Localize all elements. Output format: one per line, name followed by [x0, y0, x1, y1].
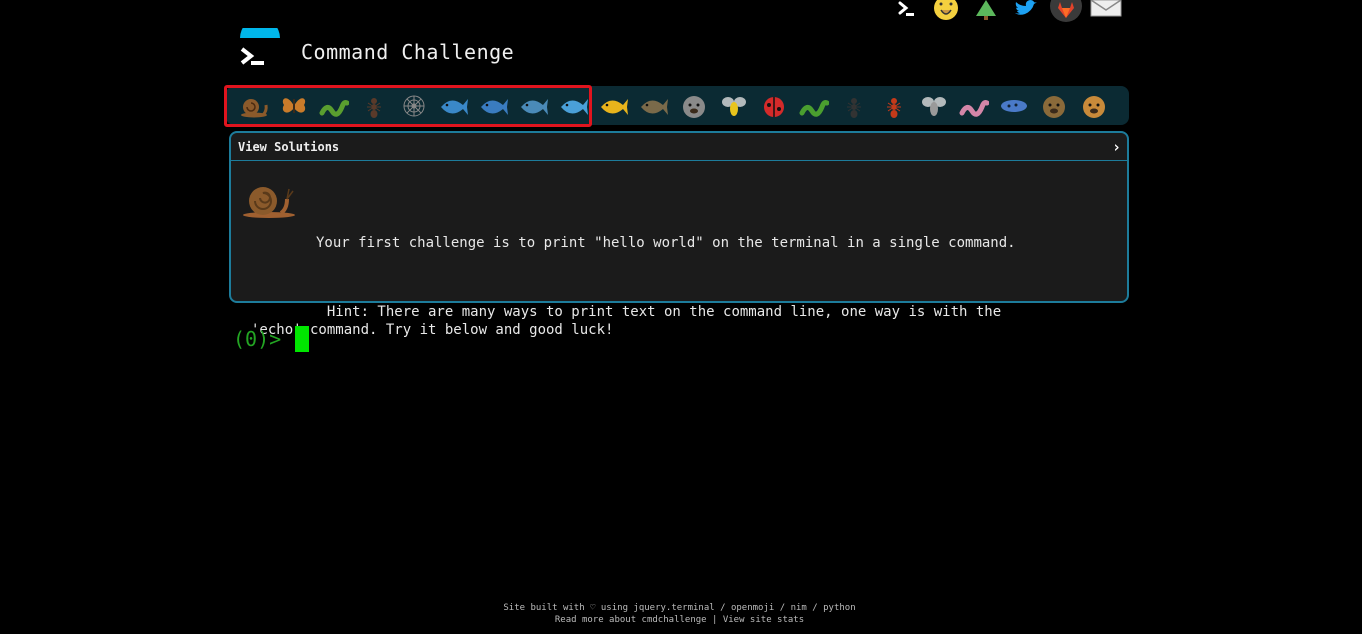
scorpion-icon[interactable] [874, 88, 914, 124]
page-title: Command Challenge [301, 40, 515, 64]
spider-web-icon[interactable] [394, 88, 434, 124]
worm-icon[interactable] [954, 88, 994, 124]
link-python[interactable]: python [823, 603, 856, 613]
cricket-icon[interactable] [794, 88, 834, 124]
bee-icon[interactable] [714, 88, 754, 124]
footer: Site built with ♡ using jquery.terminal … [0, 602, 1359, 626]
footer-built-with: Site built with ♡ using [503, 603, 634, 613]
link-nim[interactable]: nim [791, 603, 807, 613]
dolphin-icon[interactable] [514, 88, 554, 124]
hint-line-1: Hint: There are many ways to print text … [251, 304, 1002, 320]
terminal-icon[interactable] [890, 0, 922, 24]
link-site-stats[interactable]: View site stats [723, 615, 804, 625]
challenge-bar [226, 86, 1129, 125]
snail-icon[interactable] [234, 88, 274, 124]
blowfish-icon[interactable] [634, 88, 674, 124]
twitter-icon[interactable] [1010, 0, 1042, 24]
terminal-cursor[interactable] [295, 326, 310, 352]
view-solutions-label[interactable]: View Solutions [238, 140, 339, 154]
mail-icon[interactable] [1090, 0, 1122, 24]
view-solutions-toggle[interactable]: View Solutions › [231, 133, 1127, 161]
fly-icon[interactable] [914, 88, 954, 124]
whale-icon[interactable] [434, 88, 474, 124]
tree-icon[interactable] [970, 0, 1002, 24]
footer-line-2: Read more about cmdchallenge | View site… [0, 614, 1359, 626]
link-openmoji[interactable]: openmoji [731, 603, 774, 613]
link-jquery-terminal[interactable]: jquery.terminal [633, 603, 714, 613]
challenge-description: Your first challenge is to print "hello … [251, 198, 1111, 375]
gitlab-icon[interactable] [1050, 0, 1082, 24]
spider-icon[interactable] [834, 88, 874, 124]
footer-separator: / [774, 603, 791, 613]
shark-icon[interactable] [474, 88, 514, 124]
chevron-right-icon[interactable]: › [1112, 138, 1121, 156]
logo-icon[interactable] [236, 18, 284, 76]
prompt-text: (0)> [233, 327, 282, 351]
dog-icon[interactable] [1074, 88, 1114, 124]
ladybug-icon[interactable] [754, 88, 794, 124]
tropical-fish-icon[interactable] [594, 88, 634, 124]
fish-icon[interactable] [554, 88, 594, 124]
challenge-text: Your first challenge is to print "hello … [316, 235, 1016, 251]
social-links [890, 0, 1122, 24]
wolf-icon[interactable] [674, 88, 714, 124]
footer-separator: / [714, 603, 731, 613]
monkey-icon[interactable] [1034, 88, 1074, 124]
footer-line-1: Site built with ♡ using jquery.terminal … [0, 602, 1359, 614]
challenge-panel: View Solutions › Your first challenge is… [229, 131, 1129, 338]
microbe-icon[interactable] [994, 88, 1034, 124]
caterpillar-icon[interactable] [314, 88, 354, 124]
face-icon[interactable] [930, 0, 962, 24]
footer-divider: | [706, 615, 723, 625]
link-read-more[interactable]: Read more about cmdchallenge [555, 615, 707, 625]
site-header: Command Challenge [236, 18, 515, 76]
footer-separator: / [806, 603, 824, 613]
page: Command Challenge View Solutions › Your [0, 0, 1362, 634]
terminal-prompt[interactable]: (0)> [233, 326, 310, 352]
ant-icon[interactable] [354, 88, 394, 124]
butterfly-icon[interactable] [274, 88, 314, 124]
hint-text: Hint: There are many ways to print text … [251, 303, 1111, 339]
